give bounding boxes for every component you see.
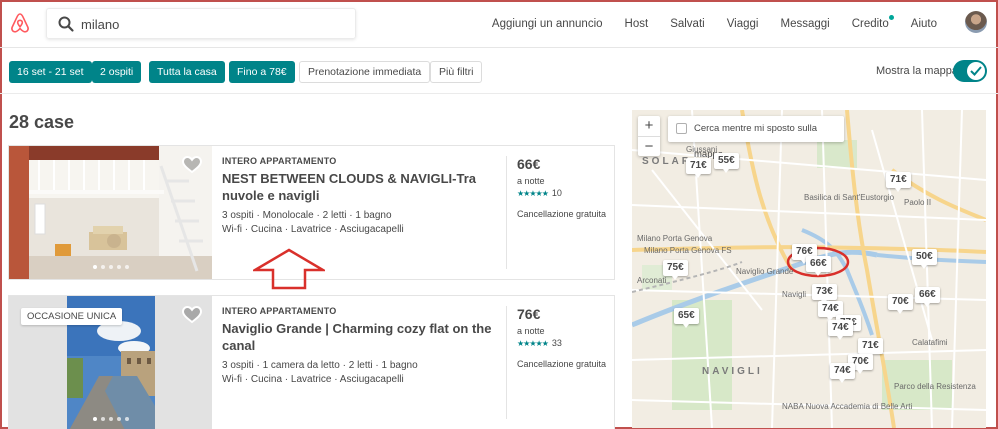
main-nav: Aggiungi un annuncio Host Salvati Viaggi…: [481, 0, 948, 48]
photo-carousel-dots: [9, 408, 212, 426]
map-price-pin[interactable]: 71€: [686, 158, 711, 178]
filter-bar: 16 set - 21 set 2 ospiti Tutta la casa F…: [0, 50, 998, 94]
heart-icon[interactable]: [182, 306, 202, 324]
top-header: Aggiungi un annuncio Host Salvati Viaggi…: [0, 0, 998, 48]
card-divider: [506, 156, 507, 269]
price-period: a notte: [517, 176, 545, 186]
listing-amenities: Wi-fi · Cucina · Lavatrice · Asciugacape…: [222, 374, 404, 385]
place-label: Naviglio Grande: [736, 267, 794, 276]
rating-stars: ★★★★★ 10: [517, 188, 612, 198]
place-label: Calatafimi: [912, 338, 948, 347]
place-label: Basilica di Sant'Eustorgio: [804, 193, 895, 202]
price-column: 66€ a notte ★★★★★ 10 Cancellazione gratui…: [517, 156, 612, 219]
notification-dot: [888, 15, 894, 20]
nav-saved[interactable]: Salvati: [659, 18, 716, 30]
map-price-pin[interactable]: 50€: [912, 249, 937, 269]
listing-photo[interactable]: OCCASIONE UNICA: [9, 296, 212, 429]
map-zoom-controls: + −: [638, 116, 660, 156]
map-panel[interactable]: + − Cerca mentre mi sposto sulla mappa S…: [632, 110, 986, 428]
check-icon: [970, 66, 982, 76]
listing-title[interactable]: NEST BETWEEN CLOUDS & NAVIGLI-Tra nuvole…: [222, 170, 497, 204]
map-price-pin[interactable]: 74€: [830, 363, 855, 383]
map-price-pin[interactable]: 70€: [888, 294, 913, 314]
annotation-arrow-icon: [253, 248, 325, 290]
toggle-knob: [967, 62, 985, 80]
zoom-in-button[interactable]: +: [638, 116, 660, 136]
nav-credit-label: Credito: [851, 18, 889, 30]
listing-type: INTERO APPARTAMENTO: [222, 306, 337, 316]
listing-details: 3 ospiti · Monolocale · 2 letti · 1 bagn…: [222, 210, 392, 221]
rating-stars: ★★★★★ 33: [517, 338, 612, 348]
nav-host[interactable]: Host: [614, 18, 660, 30]
filter-guests[interactable]: 2 ospiti: [92, 61, 142, 83]
price-column: 76€ a notte ★★★★★ 33 Cancellazione gratui…: [517, 306, 612, 369]
map-price-pin[interactable]: 65€: [674, 308, 699, 328]
place-label: Arconati: [637, 276, 667, 285]
place-label: Paolo II: [904, 198, 932, 207]
price-period: a notte: [517, 326, 545, 336]
filter-price[interactable]: Fino a 78€: [229, 61, 295, 83]
search-icon: [58, 16, 74, 32]
place-label: Milano Porta Genova FS: [644, 246, 732, 255]
listing-amenities: Wi-fi · Cucina · Lavatrice · Asciugacape…: [222, 224, 404, 235]
place-label: Giussani: [686, 145, 718, 154]
map-price-pin[interactable]: 71€: [858, 338, 883, 358]
avatar[interactable]: [965, 11, 987, 33]
review-count: 10: [551, 188, 562, 198]
nav-credit[interactable]: Credito: [841, 15, 900, 30]
cancellation-policy: Cancellazione gratuita: [517, 359, 607, 369]
listing-title[interactable]: Naviglio Grande | Charming cozy flat on …: [222, 320, 497, 354]
filter-home-type[interactable]: Tutta la casa: [149, 61, 225, 83]
listing-info: INTERO APPARTAMENTO NEST BETWEEN CLOUDS …: [222, 156, 497, 236]
airbnb-logo-icon[interactable]: [8, 11, 32, 35]
nav-trips[interactable]: Viaggi: [716, 18, 770, 30]
show-map-toggle[interactable]: [953, 60, 987, 82]
place-label: NABA Nuova Accademia di Belle Arti: [782, 402, 913, 411]
search-bar[interactable]: [46, 8, 356, 39]
star-icons: ★★★★★: [517, 189, 549, 198]
cancellation-policy: Cancellazione gratuita: [517, 209, 607, 219]
map-price-pin[interactable]: 71€: [886, 172, 911, 192]
nav-host-listing[interactable]: Aggiungi un annuncio: [481, 18, 614, 30]
zoom-out-button[interactable]: −: [638, 136, 660, 156]
heart-icon[interactable]: [182, 156, 202, 174]
place-label: Milano Porta Genova: [637, 234, 713, 243]
search-input[interactable]: [81, 14, 341, 34]
star-icons: ★★★★★: [517, 339, 549, 348]
map-price-pin[interactable]: 74€: [828, 320, 853, 340]
map-price-pin[interactable]: 73€: [812, 284, 837, 304]
card-divider: [506, 306, 507, 419]
show-map-label: Mostra la mappa: [876, 65, 958, 77]
listing-details: 3 ospiti · 1 camera da letto · 2 letti ·…: [222, 360, 418, 371]
photo-carousel-dots: [9, 256, 212, 274]
map-price-pin[interactable]: 66€: [915, 287, 940, 307]
place-label: Parco della Resistenza: [894, 382, 976, 391]
search-on-move-control[interactable]: Cerca mentre mi sposto sulla mappa: [668, 116, 844, 160]
search-on-move-checkbox[interactable]: [676, 123, 687, 134]
review-count: 33: [551, 338, 562, 348]
listing-photo[interactable]: [9, 146, 212, 279]
place-label: SOLAR: [642, 156, 692, 167]
filter-more[interactable]: Più filtri: [430, 61, 483, 83]
nav-messages[interactable]: Messaggi: [769, 18, 840, 30]
results-count: 28 case: [9, 112, 75, 132]
filter-instant-book[interactable]: Prenotazione immediata: [299, 61, 431, 83]
listing-card[interactable]: OCCASIONE UNICA INTERO APPARTAMENTO Navi…: [8, 295, 615, 429]
listing-type: INTERO APPARTAMENTO: [222, 156, 337, 166]
deal-badge: OCCASIONE UNICA: [21, 308, 123, 325]
filter-dates[interactable]: 16 set - 21 set: [9, 61, 92, 83]
district-label: NAVIGLI: [702, 366, 763, 377]
map-price-pin-highlighted[interactable]: 66€: [806, 256, 831, 276]
listing-price: 66€: [517, 156, 541, 172]
place-label: Navigli: [782, 290, 807, 299]
listing-price: 76€: [517, 306, 541, 322]
listing-info: INTERO APPARTAMENTO Naviglio Grande | Ch…: [222, 306, 497, 386]
map-price-pin[interactable]: 55€: [714, 153, 739, 173]
map-price-pin[interactable]: 75€: [663, 260, 688, 280]
nav-help[interactable]: Aiuto: [900, 18, 948, 30]
